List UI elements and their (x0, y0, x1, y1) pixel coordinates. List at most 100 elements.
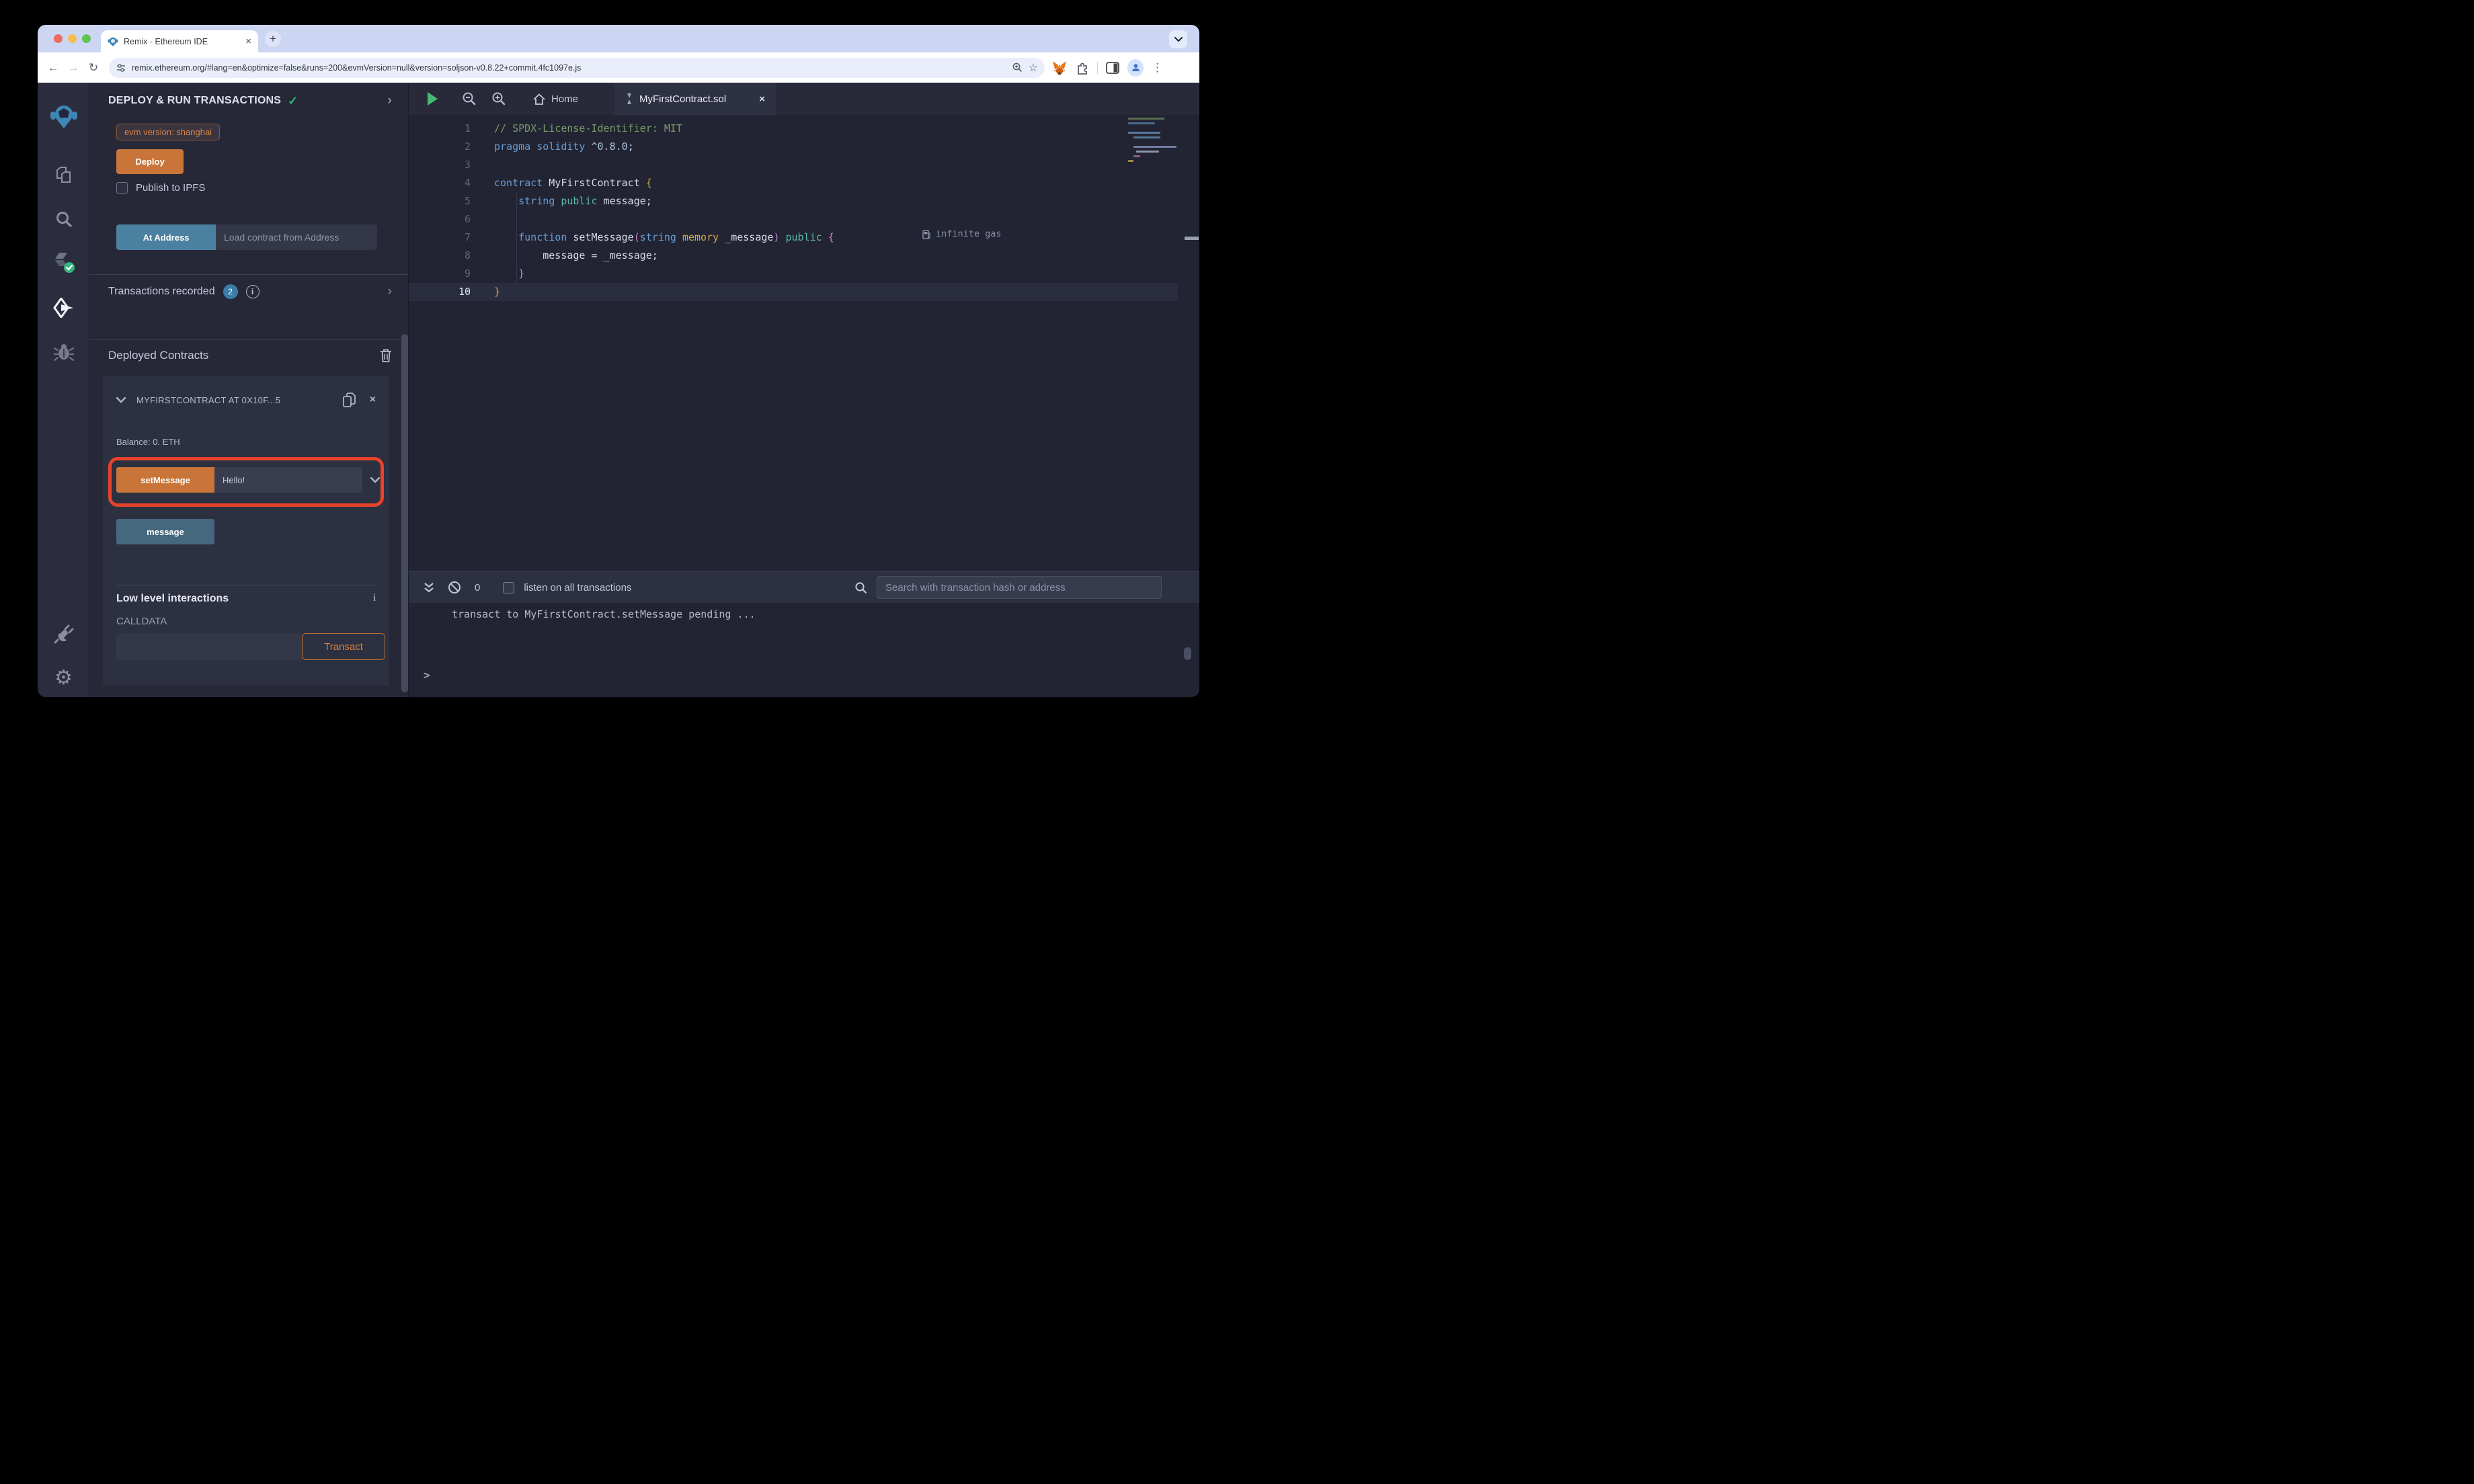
contract-collapse-chevron-icon[interactable] (116, 397, 126, 403)
side-panel-icon[interactable] (1105, 60, 1121, 76)
deploy-run-icon[interactable] (52, 296, 75, 319)
panel-title-row: DEPLOY & RUN TRANSACTIONS ✓ › (108, 93, 392, 108)
tab-search-button[interactable] (1169, 30, 1187, 48)
forward-button[interactable]: → (63, 61, 83, 75)
line-number: 8 (464, 249, 471, 261)
terminal-log-line: transact to MyFirstContract.setMessage p… (452, 608, 756, 620)
remix-app: ⚙ DEPLOY & RUN TRANSACTIONS ✓ › evm vers… (38, 83, 1199, 697)
low-level-info-icon[interactable]: i (373, 593, 376, 604)
new-tab-button[interactable]: + (265, 31, 281, 47)
at-address-button[interactable]: At Address (116, 224, 216, 250)
transactions-row[interactable]: Transactions recorded 2 i › (108, 284, 392, 299)
copy-address-icon[interactable] (342, 393, 356, 407)
transact-button[interactable]: Transact (302, 633, 385, 660)
reload-button[interactable]: ↻ (83, 61, 104, 75)
file-explorer-icon[interactable] (52, 163, 75, 187)
calldata-row: Transact (116, 633, 385, 660)
contract-balance: Balance: 0. ETH (116, 437, 180, 447)
line-number: 5 (464, 195, 471, 207)
contract-header-row[interactable]: MYFIRSTCONTRACT AT 0X10F...5 × (116, 393, 376, 407)
close-file-tab-icon[interactable]: × (759, 93, 765, 105)
publish-ipfs-label: Publish to IPFS (136, 182, 206, 194)
solidity-file-icon (627, 93, 632, 104)
metamask-extension-icon[interactable] (1051, 60, 1068, 76)
remove-contract-icon[interactable]: × (370, 394, 376, 406)
publish-ipfs-checkbox[interactable] (116, 182, 128, 194)
terminal-search-icon (855, 581, 867, 593)
line-number: 7 (464, 231, 471, 243)
calldata-input[interactable] (116, 633, 302, 660)
tab-close-icon[interactable]: × (245, 36, 251, 46)
deployed-contracts-header: Deployed Contracts (108, 349, 392, 362)
trash-icon[interactable] (380, 349, 392, 362)
listen-all-checkbox[interactable] (503, 581, 515, 593)
home-icon (533, 93, 545, 105)
home-tab-label: Home (551, 93, 579, 105)
browser-menu-kebab-icon[interactable]: ⋮ (1152, 61, 1163, 75)
plugin-manager-icon[interactable] (52, 622, 75, 645)
chevron-down-icon (1174, 36, 1183, 42)
browser-tab[interactable]: Remix - Ethereum IDE × (101, 30, 258, 52)
code-editor[interactable]: 1// SPDX-License-Identifier: MIT 2 pragma… (409, 115, 1199, 571)
set-message-input[interactable] (214, 467, 362, 493)
evm-version-badge: evm version: shanghai (116, 124, 221, 140)
zoom-window-button[interactable] (82, 34, 91, 43)
solidity-compiler-icon[interactable] (52, 251, 75, 274)
deployed-contracts-title: Deployed Contracts (108, 349, 209, 362)
settings-gear-icon[interactable]: ⚙ (52, 666, 75, 690)
terminal-prompt: > (424, 669, 430, 682)
expand-terminal-icon[interactable] (424, 582, 434, 593)
panel-divider2 (89, 339, 408, 340)
panel-title: DEPLOY & RUN TRANSACTIONS (108, 95, 282, 106)
transactions-count-badge: 2 (223, 284, 238, 299)
close-window-button[interactable] (54, 34, 63, 43)
publish-ipfs-row: Publish to IPFS (116, 182, 205, 194)
gas-estimate-note: infinite gas (922, 229, 1002, 239)
icon-rail: ⚙ (38, 83, 89, 697)
panel-collapse-chevron-icon[interactable]: › (387, 93, 392, 108)
message-getter-button[interactable]: message (116, 519, 214, 544)
zoom-in-icon[interactable] (491, 91, 506, 106)
editor-scrollbar-thumb[interactable] (1185, 237, 1199, 240)
line-number-active: 10 (458, 286, 471, 298)
extensions-puzzle-icon[interactable] (1074, 60, 1090, 76)
transactions-info-icon[interactable]: i (245, 285, 260, 298)
panel-scrollbar[interactable] (401, 334, 408, 692)
zoom-out-icon[interactable] (462, 91, 477, 106)
back-button[interactable]: ← (43, 61, 63, 75)
terminal-scrollbar-thumb[interactable] (1184, 647, 1191, 660)
expand-args-chevron-icon[interactable] (370, 477, 380, 483)
at-address-input[interactable] (216, 224, 377, 250)
zoom-page-icon[interactable] (1012, 62, 1023, 73)
deploy-button[interactable]: Deploy (116, 149, 184, 174)
low-level-title: Low level interactions (116, 593, 229, 604)
listen-count: 0 (475, 581, 481, 593)
panel-divider (89, 274, 408, 275)
url-bar[interactable]: remix.ethereum.org/#lang=en&optimize=fal… (109, 57, 1045, 78)
set-message-row: setMessage (116, 467, 380, 493)
minimize-window-button[interactable] (68, 34, 77, 43)
set-message-button[interactable]: setMessage (116, 467, 214, 493)
browser-tabstrip: Remix - Ethereum IDE × + (38, 25, 1199, 52)
url-text[interactable]: remix.ethereum.org/#lang=en&optimize=fal… (132, 63, 1006, 73)
search-icon[interactable] (52, 208, 75, 231)
run-script-play-icon[interactable] (428, 92, 438, 106)
profile-avatar[interactable] (1127, 58, 1144, 77)
site-settings-icon[interactable] (116, 63, 126, 73)
terminal-search-input[interactable] (877, 576, 1162, 599)
editor-minimap[interactable] (1128, 118, 1176, 165)
debugger-icon[interactable] (52, 340, 75, 364)
low-level-header: Low level interactions i (116, 593, 376, 605)
terminal-body[interactable]: transact to MyFirstContract.setMessage p… (409, 603, 1199, 697)
transactions-label: Transactions recorded (108, 286, 215, 297)
line-number: 1 (464, 122, 471, 134)
clear-console-icon[interactable] (448, 581, 461, 594)
bookmark-star-icon[interactable]: ☆ (1029, 61, 1038, 75)
person-icon (1131, 64, 1140, 71)
tab-home[interactable]: Home (522, 83, 589, 115)
transactions-expand-chevron-icon[interactable]: › (388, 284, 392, 299)
tab-myfirstcontract[interactable]: MyFirstContract.sol × (614, 83, 776, 115)
line-number: 3 (464, 159, 471, 171)
editor-tabbar: Home MyFirstContract.sol × (409, 83, 1199, 115)
terminal-header: 0 listen on all transactions (409, 571, 1199, 603)
